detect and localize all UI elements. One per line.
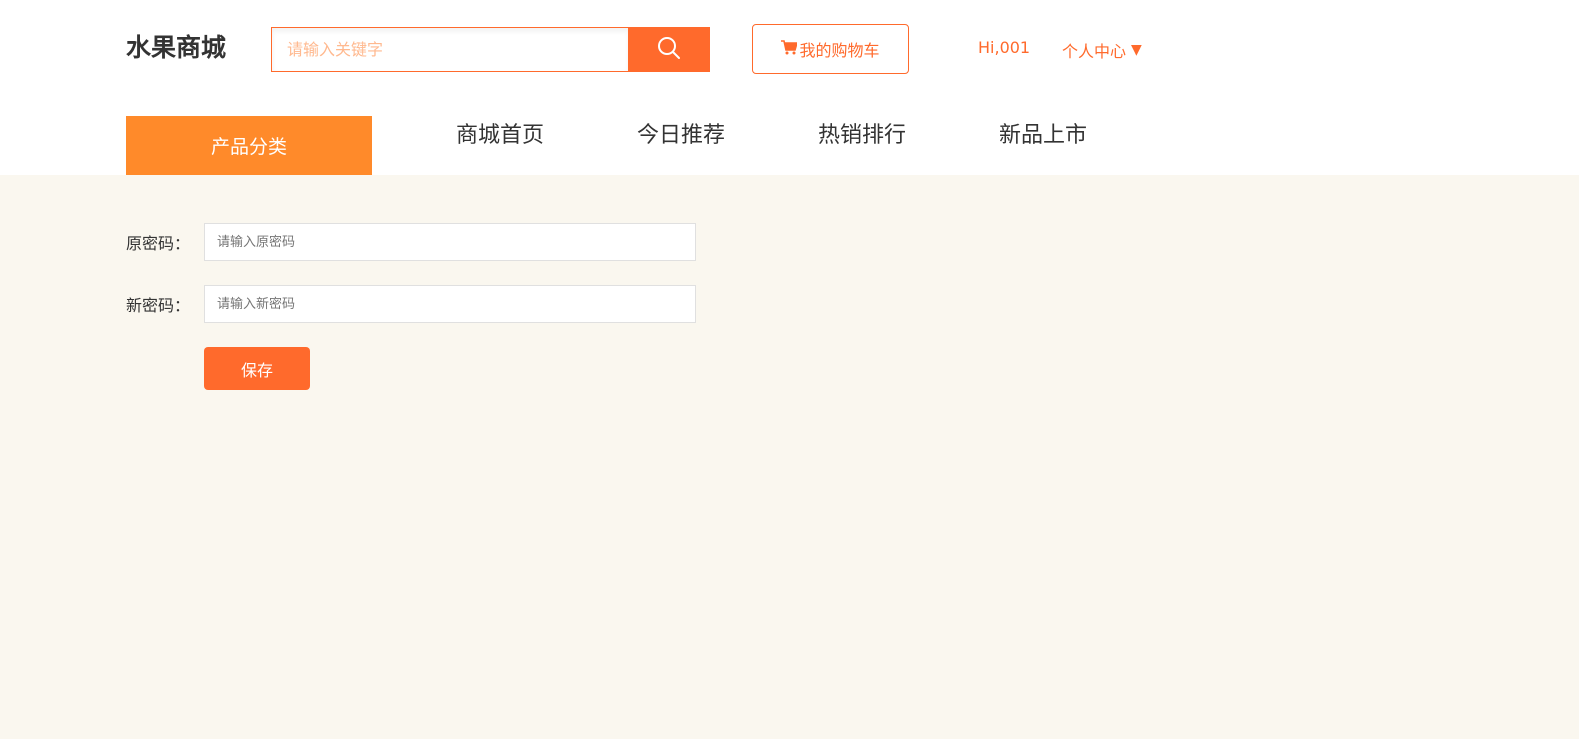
new-password-input[interactable] bbox=[204, 285, 696, 323]
user-greeting: Hi,001 bbox=[978, 38, 1031, 57]
user-center-menu[interactable]: 个人中心 ▼ bbox=[1062, 38, 1142, 62]
old-password-row: 原密码： bbox=[126, 223, 696, 261]
new-password-label: 新密码： bbox=[126, 296, 191, 315]
user-center-label: 个人中心 bbox=[1062, 42, 1127, 61]
search-icon bbox=[657, 36, 681, 63]
save-button[interactable]: 保存 bbox=[204, 347, 310, 390]
new-password-row: 新密码： bbox=[126, 285, 696, 323]
nav-item-new-arrivals[interactable]: 新品上市 bbox=[999, 117, 1087, 149]
product-category-label: 产品分类 bbox=[210, 136, 287, 158]
site-logo[interactable]: 水果商城 bbox=[126, 28, 226, 64]
old-password-label: 原密码： bbox=[126, 234, 191, 253]
cart-label: 我的购物车 bbox=[799, 41, 880, 60]
search-input[interactable] bbox=[272, 28, 629, 71]
main-content: 原密码： 新密码： 保存 bbox=[0, 175, 1579, 739]
search-box bbox=[271, 27, 629, 72]
product-category-tab[interactable]: 产品分类 bbox=[126, 116, 372, 175]
cart-button[interactable]: 我的购物车 bbox=[752, 24, 909, 74]
header: 水果商城 我的购物车 Hi,001 个人中心 ▼ 产品分类 商城首页 bbox=[0, 0, 1579, 175]
nav-item-home[interactable]: 商城首页 bbox=[456, 117, 544, 149]
cart-icon bbox=[781, 39, 799, 59]
nav-item-today-recommend[interactable]: 今日推荐 bbox=[637, 117, 725, 149]
nav-item-hot-ranking[interactable]: 热销排行 bbox=[818, 117, 906, 149]
old-password-input[interactable] bbox=[204, 223, 696, 261]
search-button[interactable] bbox=[628, 27, 710, 72]
caret-down-icon: ▼ bbox=[1131, 42, 1142, 58]
